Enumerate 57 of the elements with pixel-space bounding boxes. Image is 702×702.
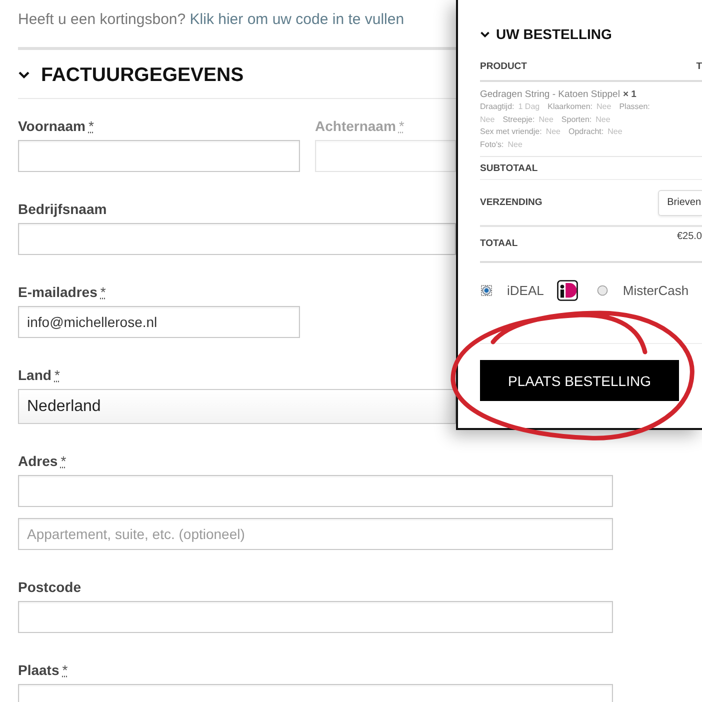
required-mark: * [88,117,94,135]
radio-selected-icon[interactable] [481,284,492,296]
text-input[interactable]: info@michellerose.nl [18,306,300,338]
radio-icon[interactable] [596,284,608,296]
required-mark: * [60,452,66,470]
product-name: Gedragen String - Katoen Stippel [480,89,620,100]
shipping-label: VERZENDING [480,197,542,208]
option-value: Nee [596,101,612,113]
option-value: Nee [508,138,522,151]
option-label: Klaarkomen: [548,101,593,113]
section-title: FACTUURGEGEVENS [41,64,244,86]
required-mark: * [62,661,68,679]
option-label: Foto's: [480,138,504,151]
field-label: Achternaam [315,117,396,135]
required-mark: * [100,283,106,301]
text-input[interactable] [315,140,456,172]
option-label: Opdracht: [568,126,604,138]
total-label: TOTAAL [480,238,518,250]
text-input[interactable] [18,601,613,633]
subtotal-label: SUBTOTAAL [480,162,538,174]
option-value: Nee [596,114,610,126]
required-mark: * [54,366,60,384]
field-label: Bedrijfsnaam [18,200,107,218]
place-order-button[interactable]: PLAATS BESTELLING [480,360,679,402]
option-value: Nee [608,126,622,138]
text-input[interactable] [18,223,456,255]
field-label: Land [18,366,52,384]
field-label: Plaats [18,661,60,679]
payment-label[interactable]: iDEAL [507,282,544,298]
column-header: T [696,60,702,74]
text-input[interactable] [18,140,300,172]
text-input[interactable]: Appartement, suite, etc. (optioneel) [18,518,613,550]
country-select[interactable]: Nederland [18,389,456,424]
total-value: €25.0 [676,231,702,242]
chevron-icon[interactable] [18,71,30,79]
payment-label[interactable]: MisterCash [622,282,689,298]
field-label: Adres [18,452,58,470]
option-label: Sex met vriendje: [480,126,542,138]
option-value: Nee [538,114,554,126]
order-title: UW BESTELLING [496,25,612,44]
option-label: Draagtijd: [480,101,514,113]
option-value: 1 Dag [518,101,540,113]
option-label: Sporten: [561,114,592,126]
shipping-select[interactable]: Brieven [658,190,702,216]
product-quantity: × 1 [622,89,636,100]
option-label: Plassen: [619,101,650,113]
field-label: E-mailadres [18,283,98,301]
text-input[interactable] [18,475,613,507]
required-mark: * [398,117,404,135]
coupon-link[interactable]: Klik hier om uw code in te vullen [190,11,404,28]
option-label: Streepje: [502,114,535,126]
option-value: Nee [546,126,560,138]
field-label: Postcode [18,578,82,596]
field-label: Voornaam [18,117,86,135]
option-value: Nee [480,114,495,126]
column-header: PRODUCT [480,60,527,74]
chevron-icon[interactable] [480,30,490,38]
